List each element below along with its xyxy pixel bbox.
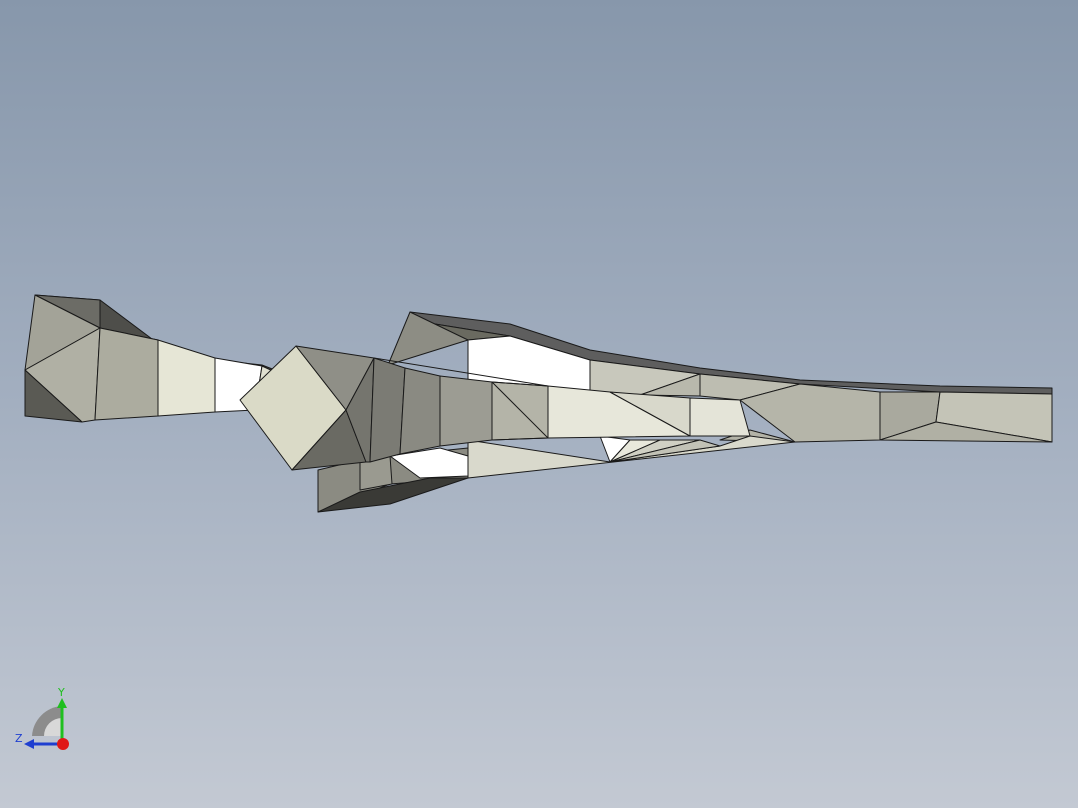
x-axis-dot (57, 738, 69, 750)
mesh-model[interactable] (24, 294, 1053, 513)
3d-viewport[interactable]: Y Z (0, 0, 1078, 808)
z-axis-arrow (24, 739, 34, 749)
orientation-triad[interactable]: Y Z (10, 684, 80, 754)
mesh-face (94, 327, 159, 421)
mesh-face (157, 339, 216, 417)
mesh-face (689, 397, 751, 437)
mesh-face (439, 375, 493, 447)
mesh-face (399, 367, 441, 455)
y-axis-arrow (57, 698, 67, 708)
mesh-face (369, 357, 406, 463)
y-axis-label: Y (57, 686, 65, 699)
model-view[interactable] (0, 0, 1078, 808)
z-axis-label: Z (15, 732, 23, 745)
